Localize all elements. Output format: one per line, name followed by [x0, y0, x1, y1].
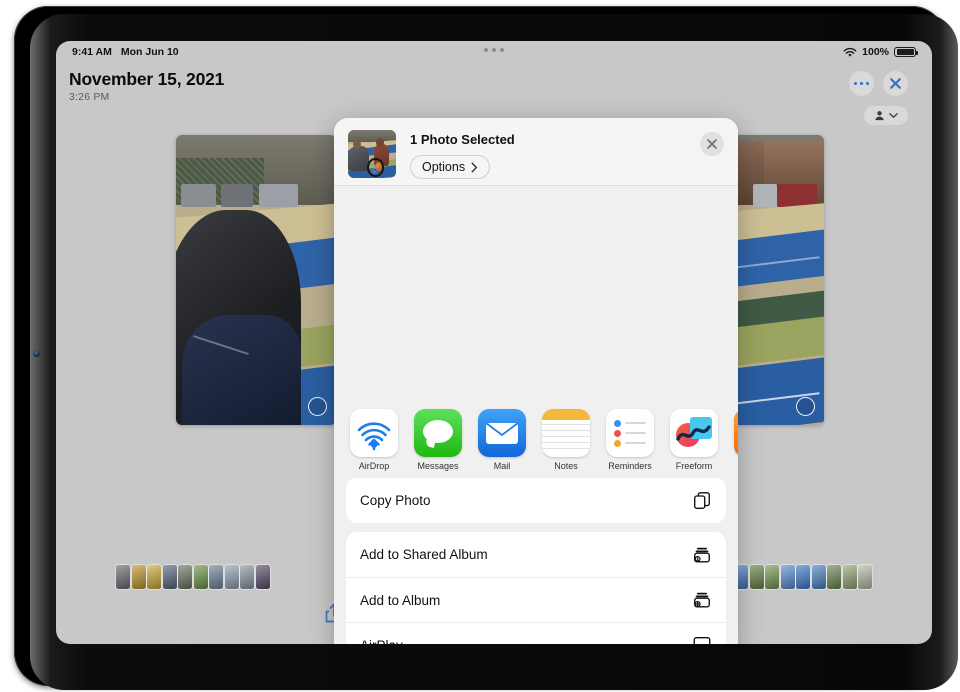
- filmstrip-thumb[interactable]: [224, 565, 239, 589]
- reminders-icon: [606, 409, 654, 457]
- options-button-label: Options: [422, 160, 466, 174]
- filmstrip-thumb[interactable]: [842, 565, 857, 589]
- share-action-label: Copy Photo: [360, 493, 431, 508]
- filmstrip-thumb[interactable]: [858, 565, 872, 589]
- device-frame: 9:41 AM Mon Jun 10 100% November 15, 202…: [14, 6, 958, 690]
- filmstrip-thumb[interactable]: [811, 565, 826, 589]
- multitasking-dots-icon[interactable]: [484, 48, 504, 52]
- copy-icon: [694, 491, 710, 509]
- share-action-add-to-album[interactable]: Add to Album: [346, 577, 726, 622]
- share-target-label: AirDrop: [358, 461, 390, 471]
- filmstrip-thumb[interactable]: [147, 565, 161, 589]
- photo-select-circle[interactable]: [796, 397, 815, 416]
- share-action-group: Add to Shared Album Add to Album AirPlay: [346, 532, 726, 644]
- battery-percent: 100%: [862, 46, 889, 58]
- share-action-add-to-shared-album[interactable]: Add to Shared Album: [346, 532, 726, 577]
- airplay-icon: [693, 637, 711, 644]
- messages-icon: [414, 409, 462, 457]
- freeform-icon: [670, 409, 718, 457]
- share-target-notes[interactable]: Notes: [542, 409, 590, 471]
- share-sheet: 1 Photo Selected Options AirDrop Message…: [334, 118, 738, 644]
- photo-previous[interactable]: [176, 135, 336, 425]
- screen: 9:41 AM Mon Jun 10 100% November 15, 202…: [56, 41, 932, 644]
- status-time: 9:41 AM: [72, 46, 112, 58]
- share-sheet-title: 1 Photo Selected: [410, 132, 515, 147]
- bezel-reflection-dot: [33, 350, 40, 357]
- close-icon: [890, 78, 901, 89]
- status-bar: 9:41 AM Mon Jun 10 100%: [56, 41, 932, 63]
- status-date: Mon Jun 10: [120, 46, 179, 58]
- airplay-icon: [692, 635, 712, 644]
- share-target-label: Messages: [417, 461, 459, 471]
- more-options-button[interactable]: [849, 71, 874, 96]
- more-options-icon: [854, 81, 869, 86]
- share-sheet-header-text: 1 Photo Selected Options: [410, 130, 515, 179]
- share-target-b[interactable]: B: [734, 409, 738, 471]
- filmstrip-thumb[interactable]: [178, 565, 192, 589]
- wifi-icon: [843, 47, 857, 57]
- filmstrip-thumb[interactable]: [765, 565, 779, 589]
- notes-icon: [542, 409, 590, 457]
- options-button[interactable]: Options: [410, 155, 491, 179]
- filmstrip-thumb[interactable]: [240, 565, 254, 589]
- share-sheet-photo-band: [334, 186, 738, 396]
- share-target-label: Notes: [554, 461, 578, 471]
- page-subtitle-time: 3:26 PM: [69, 91, 110, 103]
- share-target-reminders[interactable]: Reminders: [606, 409, 654, 471]
- add-album-icon: [694, 592, 710, 608]
- shared-album-icon: [694, 547, 710, 562]
- filmstrip-thumb[interactable]: [255, 565, 270, 589]
- books-icon: [734, 409, 738, 457]
- share-action-airplay[interactable]: AirPlay: [346, 622, 726, 644]
- share-target-freeform[interactable]: Freeform: [670, 409, 718, 471]
- share-target-label: Reminders: [608, 461, 652, 471]
- share-target-airdrop[interactable]: AirDrop: [350, 409, 398, 471]
- share-sheet-close-button[interactable]: [700, 132, 724, 156]
- share-action-label: Add to Shared Album: [360, 547, 488, 562]
- filmstrip-thumb[interactable]: [209, 565, 223, 589]
- filmstrip-thumb[interactable]: [749, 565, 764, 589]
- share-sheet-thumbnail: [348, 130, 396, 178]
- filmstrip-thumb[interactable]: [116, 565, 130, 589]
- filmstrip-thumb[interactable]: [796, 565, 810, 589]
- close-icon: [707, 139, 717, 149]
- share-action-group: Copy Photo: [346, 478, 726, 523]
- close-button[interactable]: [883, 71, 908, 96]
- photo-select-circle[interactable]: [308, 397, 327, 416]
- filmstrip-thumb[interactable]: [131, 565, 146, 589]
- copy-icon: [692, 491, 712, 511]
- chevron-right-icon: [471, 162, 478, 172]
- shared-album-icon: [692, 545, 712, 565]
- share-action-label: AirPlay: [360, 638, 403, 645]
- share-target-messages[interactable]: Messages: [414, 409, 462, 471]
- share-target-label: Freeform: [675, 461, 713, 471]
- share-action-label: Add to Album: [360, 592, 441, 608]
- status-bar-right: 100%: [843, 46, 918, 58]
- filmstrip-thumb[interactable]: [193, 565, 208, 589]
- add-album-icon: [692, 590, 712, 610]
- share-action-copy-photo[interactable]: Copy Photo: [346, 478, 726, 523]
- photo-previous-image: [176, 135, 336, 425]
- battery-icon: [894, 46, 918, 58]
- mail-icon: [478, 409, 526, 457]
- filmstrip-thumb[interactable]: [827, 565, 841, 589]
- filmstrip-thumb[interactable]: [780, 565, 795, 589]
- share-sheet-header: 1 Photo Selected Options: [334, 118, 738, 186]
- share-target-apps: AirDrop Messages Mail Notes Reminders Fr…: [334, 396, 738, 478]
- share-target-label: Mail: [493, 461, 511, 471]
- airdrop-icon: [350, 409, 398, 457]
- share-action-list: Copy Photo Add to Shared Album Add to Al…: [334, 478, 738, 644]
- filmstrip-thumb[interactable]: [162, 565, 177, 589]
- share-target-mail[interactable]: Mail: [478, 409, 526, 471]
- share-target-label: B: [734, 461, 738, 471]
- status-bar-left: 9:41 AM Mon Jun 10: [72, 46, 179, 58]
- page-title: November 15, 2021: [69, 69, 225, 89]
